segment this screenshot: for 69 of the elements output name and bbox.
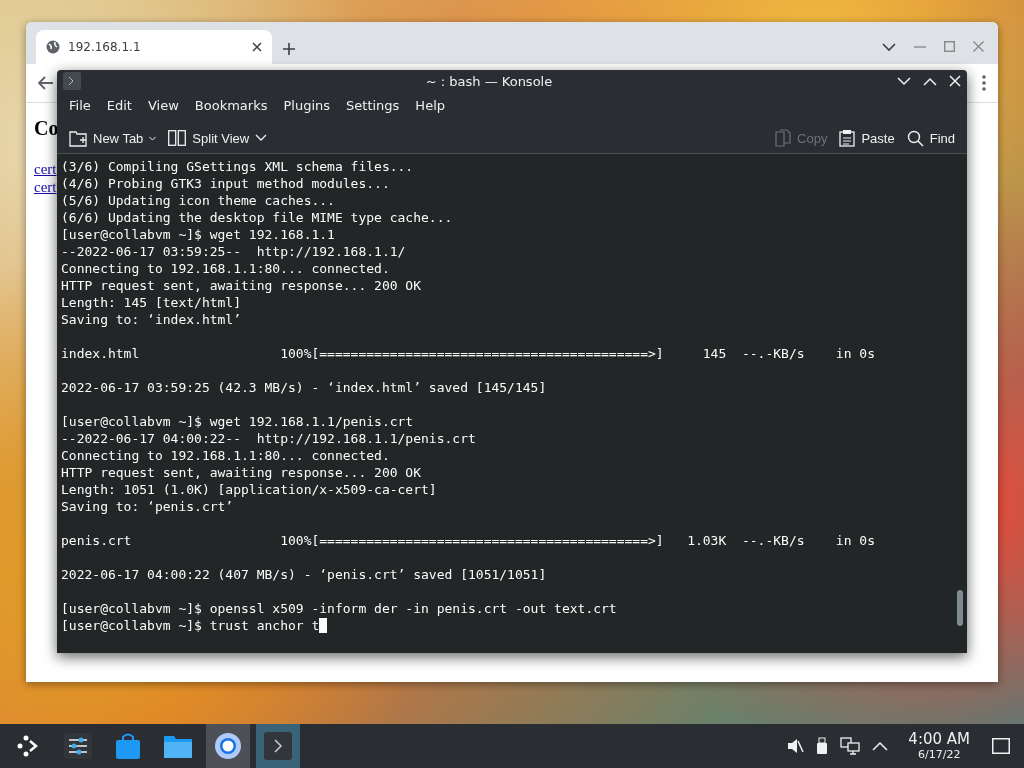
terminal-line: Connecting to 192.168.1.1:80... connected.: [61, 447, 390, 464]
back-arrow-icon[interactable]: [38, 76, 54, 90]
copy-icon: [775, 129, 792, 148]
menu-item[interactable]: Plugins: [275, 94, 339, 118]
show-desktop-icon[interactable]: [992, 738, 1010, 754]
terminal-line: Connecting to 192.168.1.1:80... connected.: [61, 260, 390, 277]
terminal-line: Saving to: ‘index.html’: [61, 311, 241, 328]
menu-item[interactable]: File: [61, 94, 99, 118]
tab-title: 192.168.1.1: [68, 40, 142, 54]
terminal-line: 2022-06-17 04:00:22 (407 MB/s) - ‘penis.crt’ saved [1051/1051]: [61, 566, 547, 583]
terminal-line: --2022-06-17 04:00:22-- http://192.168.1.1/penis.crt: [61, 430, 476, 447]
terminal-line: (6/6) Updating the desktop file MIME type cache...: [61, 209, 453, 226]
terminal-icon: [63, 72, 81, 91]
network-computer-icon[interactable]: [840, 737, 861, 755]
menu-item[interactable]: View: [139, 94, 187, 118]
more-menu-icon[interactable]: [982, 75, 986, 91]
terminal-line: (3/6) Compiling GSettings XML schema files...: [61, 158, 414, 175]
sliders-icon: [64, 733, 92, 759]
terminal-line: [user@collabvm ~]$ wget 192.168.1.1/penis.crt: [61, 413, 414, 430]
scrollbar-thumb[interactable]: [957, 590, 963, 626]
window-title: ~ : bash — Konsole: [424, 73, 554, 89]
menu-item[interactable]: Settings: [338, 94, 408, 118]
clock-time[interactable]: 4:00 AM: [908, 731, 970, 748]
clock-date[interactable]: 6/17/22: [917, 748, 961, 761]
clipboard-icon: [839, 129, 856, 148]
menu-item[interactable]: Help: [407, 94, 453, 118]
terminal-line: HTTP request sent, awaiting response... 200 OK: [61, 277, 422, 294]
folder-icon: [163, 733, 193, 759]
terminal-line: (5/6) Updating icon theme caches...: [61, 192, 335, 209]
maximize-icon[interactable]: [944, 41, 955, 52]
terminal-line: Length: 1051 (1.0K) [application/x-x509-ca-cert]: [61, 481, 437, 498]
terminal-line: Saving to: ‘penis.crt’: [61, 498, 234, 515]
terminal-line: (4/6) Probing GTK3 input method modules...: [61, 175, 390, 192]
caret-up-icon[interactable]: [872, 741, 889, 751]
terminal-line: Length: 145 [text/html]: [61, 294, 241, 311]
plus-icon[interactable]: [282, 42, 296, 56]
toolbar-button[interactable]: Split View: [162, 126, 274, 151]
taskbar-item[interactable]: [206, 724, 250, 768]
globe-icon: [46, 40, 60, 54]
terminal-line: --2022-06-17 03:59:25-- http://192.168.1.1/: [61, 243, 406, 260]
terminal-line: [user@collabvm ~]$ trust anchor t: [61, 617, 320, 634]
caret-icon: [149, 135, 157, 141]
new-tab-icon: [69, 129, 87, 148]
terminal-line: [user@collabvm ~]$ wget 192.168.1.1: [61, 226, 335, 243]
browser-tab[interactable]: 192.168.1.1: [36, 30, 272, 64]
toolbar-button[interactable]: Paste: [833, 125, 901, 152]
menu-item[interactable]: Bookmarks: [186, 94, 276, 118]
usb-drive-icon[interactable]: [816, 737, 829, 755]
toolbar-button[interactable]: New Tab: [63, 125, 163, 152]
browser-icon: [214, 732, 242, 760]
terminal-line: [user@collabvm ~]$ openssl x509 -inform der -in penis.crt -out text.crt: [61, 600, 617, 617]
menu-item[interactable]: Edit: [98, 94, 140, 118]
terminal-line: 2022-06-17 03:59:25 (42.3 MB/s) - ‘index.html’ saved [145/145]: [61, 379, 547, 396]
terminal-line: index.html 100%[==========================================>] 145 --.-KB/s in 0s: [61, 345, 875, 362]
close-icon[interactable]: [252, 42, 262, 52]
page-heading: Co: [34, 117, 59, 140]
terminal-line: penis.crt 100%[==========================================>] 1.03K --.-KB/s in 0s: [61, 532, 875, 549]
page-link[interactable]: cert: [34, 178, 57, 196]
toolbar-button[interactable]: Find: [900, 125, 961, 151]
terminal-line: HTTP request sent, awaiting response... 200 OK: [61, 464, 422, 481]
chevron-down-icon: [255, 134, 268, 143]
chevron-up-icon[interactable]: [923, 76, 937, 86]
chevron-down-icon[interactable]: [882, 41, 896, 52]
page-link[interactable]: cert: [34, 160, 57, 178]
search-icon: [906, 129, 924, 147]
split-view-icon: [168, 130, 187, 147]
shopping-bag-icon: [115, 732, 141, 760]
speaker-muted-icon[interactable]: [786, 737, 805, 755]
terminal-icon: [264, 732, 292, 760]
